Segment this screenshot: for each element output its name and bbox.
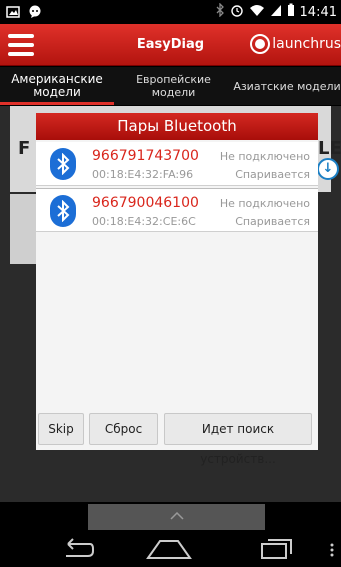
tab-american-models[interactable]: Американские модели	[0, 67, 114, 105]
dialog-title: Пары Bluetooth	[36, 113, 318, 140]
image-icon	[6, 4, 20, 18]
bluetooth-icon	[215, 2, 225, 21]
device-name: 966790046100	[92, 195, 199, 211]
device-row[interactable]: 966790046100 00:18:E4:32:CE:6C Не подклю…	[36, 188, 318, 232]
active-tab-indicator	[0, 102, 114, 105]
device-mac: 00:18:E4:32:CE:6C	[92, 215, 196, 228]
pull-up-handle[interactable]	[88, 504, 265, 530]
device-name: 966791743700	[92, 148, 199, 164]
overflow-menu-icon[interactable]	[330, 542, 334, 561]
alarm-icon	[230, 3, 244, 21]
device-status: Не подключено	[219, 150, 310, 163]
device-row[interactable]: 966791743700 00:18:E4:32:FA:96 Не подклю…	[36, 142, 318, 186]
signal-icon	[270, 3, 282, 21]
home-icon[interactable]	[146, 538, 192, 564]
status-bar: 14:41	[0, 0, 341, 24]
chevron-up-icon	[170, 512, 184, 520]
skip-button[interactable]: Skip	[38, 413, 84, 445]
device-pairing-state: Спаривается	[235, 168, 310, 181]
recent-apps-icon[interactable]	[260, 538, 294, 564]
system-navigation-bar	[0, 530, 341, 567]
wifi-icon	[249, 3, 265, 21]
background-letter-left: F	[18, 138, 31, 159]
brand-logo[interactable]: launchrus	[250, 34, 341, 54]
launch-logo-icon	[250, 34, 271, 54]
device-pairing-state: Спаривается	[235, 215, 310, 228]
bluetooth-pairing-dialog: Пары Bluetooth 966791743700 00:18:E4:32:…	[36, 113, 318, 466]
device-status: Не подключено	[219, 197, 310, 210]
brand-label: launchrus	[272, 36, 341, 52]
bluetooth-icon	[50, 148, 76, 180]
tab-asian-models[interactable]: Азиатские модели	[233, 67, 341, 105]
back-icon[interactable]	[60, 538, 94, 562]
download-icon[interactable]: ↓	[317, 158, 339, 180]
reset-button[interactable]: Сброс	[89, 413, 158, 445]
tab-european-models[interactable]: Европейские модели	[114, 67, 233, 105]
battery-icon	[287, 3, 295, 21]
clock-time: 14:41	[299, 4, 337, 20]
app-bar: EasyDiag launchrus	[0, 24, 341, 66]
background-letter-right: LER	[318, 138, 341, 159]
device-mac: 00:18:E4:32:FA:96	[92, 168, 194, 181]
bluetooth-icon	[50, 195, 76, 227]
model-tabs: Американские модели Европейские модели А…	[0, 67, 341, 105]
search-devices-button[interactable]: Идет поиск устройств...	[164, 413, 312, 466]
chat-icon	[28, 4, 42, 18]
